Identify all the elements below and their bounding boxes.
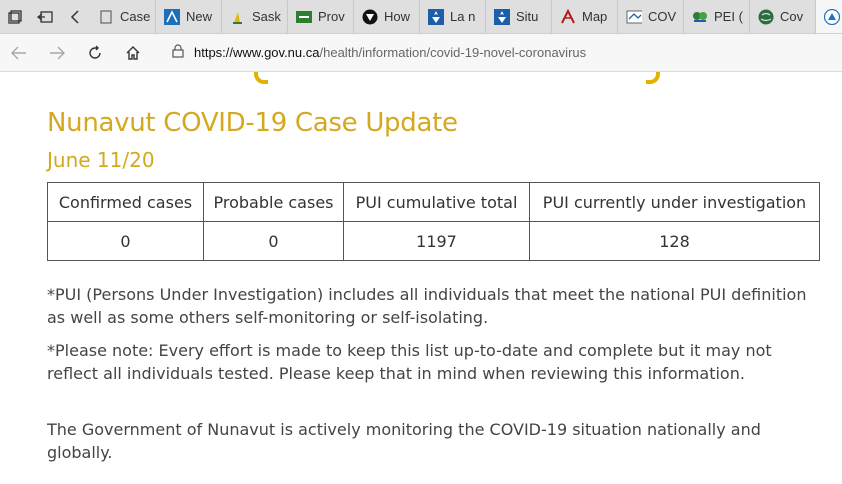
browser-tab[interactable]: La n: [420, 0, 486, 33]
newfoundland-icon: [626, 9, 642, 25]
home-button[interactable]: [114, 34, 152, 72]
tab-title: COV: [648, 9, 677, 24]
pui-current-value: 128: [529, 221, 820, 261]
tab-title: Cov: [780, 9, 804, 24]
back-button[interactable]: [0, 34, 38, 72]
nova-scotia-icon: [560, 8, 576, 25]
column-header: PUI cumulative total: [343, 182, 530, 222]
browser-tab[interactable]: Case: [90, 0, 156, 33]
confirmed-cases-value: 0: [47, 221, 204, 261]
browser-tab[interactable]: Sask: [222, 0, 288, 33]
url-host: https://www.gov.nu.ca: [194, 45, 320, 60]
page-icon: [98, 9, 114, 25]
tab-title: How: [384, 9, 411, 24]
tab-title: Prov: [318, 9, 345, 24]
column-header: Confirmed cases: [47, 182, 204, 222]
tab-title: Map: [582, 9, 608, 24]
tab-title: Case: [120, 9, 150, 24]
tab-title: Situ: [516, 9, 539, 24]
page-content: Nunavut COVID-19 Case Update June 11/20 …: [0, 72, 842, 484]
pui-total-value: 1197: [343, 221, 530, 261]
nunavut-icon: [824, 8, 840, 25]
tab-title: New: [186, 9, 213, 24]
browser-tab-active[interactable]: [816, 0, 842, 33]
globe-icon: [758, 9, 774, 25]
column-header: Probable cases: [203, 182, 344, 222]
ontario-icon: [362, 9, 378, 25]
refresh-button[interactable]: [76, 34, 114, 72]
new-brunswick-icon: [164, 8, 180, 25]
browser-tab[interactable]: How: [354, 0, 420, 33]
column-header: PUI currently under investigation: [529, 182, 820, 222]
home-icon: [126, 45, 140, 60]
address-bar[interactable]: https://www.gov.nu.ca/health/information…: [172, 37, 832, 68]
manitoba-icon: [296, 9, 312, 25]
logo-ring-fragment: [254, 72, 268, 84]
update-date: June 11/20: [47, 148, 155, 172]
tab-strip: Case New Sask Prov How La n Situ Map COV…: [0, 0, 842, 34]
quebec-icon: [494, 8, 510, 25]
pui-definition-note: *PUI (Persons Under Investigation) inclu…: [47, 285, 807, 327]
accuracy-note: *Please note: Every effort is made to ke…: [47, 341, 772, 383]
tab-title: La n: [450, 9, 476, 24]
monitoring-paragraph: The Government of Nunavut is actively mo…: [47, 420, 761, 462]
chevron-left-icon[interactable]: [60, 0, 90, 33]
arrow-left-icon: [11, 46, 26, 59]
saskatchewan-icon: [230, 9, 246, 25]
quebec-icon: [428, 8, 444, 25]
probable-cases-value: 0: [203, 221, 344, 261]
forward-button[interactable]: [38, 34, 76, 72]
table-row: 0 0 1197 128: [47, 221, 820, 261]
logo-ring-fragment: [646, 72, 660, 84]
case-table: Confirmed cases Probable cases PUI cumul…: [47, 182, 820, 261]
lock-icon: [172, 44, 184, 61]
pei-icon: [692, 9, 708, 25]
url-path: /health/information/covid-19-novel-coron…: [319, 45, 587, 60]
browser-tab[interactable]: Cov: [750, 0, 816, 33]
set-tabs-aside-icon[interactable]: [30, 0, 60, 33]
browser-tab[interactable]: PEI (: [684, 0, 750, 33]
tab-title: PEI (: [714, 9, 743, 24]
browser-tab[interactable]: Prov: [288, 0, 354, 33]
refresh-icon: [89, 45, 101, 59]
navigation-bar: https://www.gov.nu.ca/health/information…: [0, 34, 842, 72]
page-title: Nunavut COVID-19 Case Update: [47, 108, 458, 138]
browser-tab[interactable]: Situ: [486, 0, 552, 33]
arrow-right-icon: [50, 46, 65, 59]
tab-title: Sask: [252, 9, 281, 24]
browser-tab[interactable]: New: [156, 0, 222, 33]
tab-actions-icon[interactable]: [0, 0, 30, 33]
browser-tab[interactable]: Map: [552, 0, 618, 33]
browser-tab[interactable]: COV: [618, 0, 684, 33]
table-header-row: Confirmed cases Probable cases PUI cumul…: [47, 182, 820, 222]
